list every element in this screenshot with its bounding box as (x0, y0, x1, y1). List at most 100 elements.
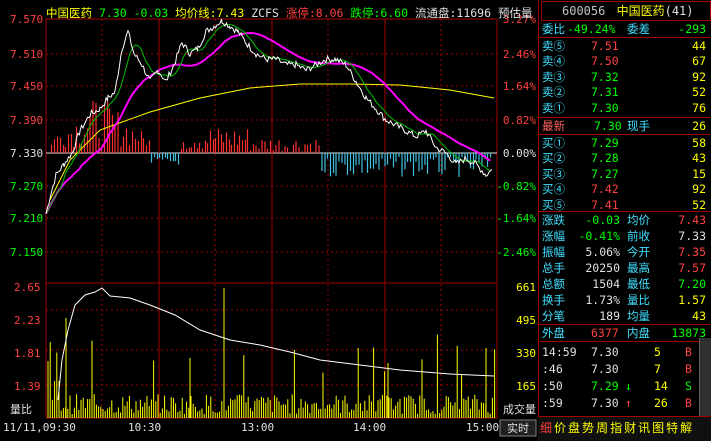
divider (539, 341, 710, 342)
panel-tab[interactable]: 财 (624, 421, 636, 435)
book-label: 买③ (542, 166, 565, 181)
price-tick: 7.450 (10, 80, 43, 93)
stat-label: 前收 (627, 229, 650, 243)
weicha-label: 委差 (627, 22, 650, 36)
book-price: 7.27 (591, 166, 619, 181)
vol-ratio-title: 量比 (10, 403, 32, 416)
stat-value: 7.20 (678, 277, 706, 291)
limit-down-label: 跌停:6.60 (350, 6, 409, 20)
stat-label: 量比 (627, 293, 650, 307)
tick-side: B (685, 362, 692, 376)
divider (539, 117, 710, 118)
panel-tab[interactable]: 特 (666, 421, 678, 435)
stat-value: -0.03 (585, 213, 620, 227)
divider (539, 211, 710, 212)
price-tick: 7.390 (10, 114, 43, 127)
outer-label: 外盘 (542, 326, 565, 340)
vol-ratio-tick: 1.39 (14, 380, 41, 393)
panel-count: (41) (664, 4, 694, 18)
panel-tab-bar: 细价盘势周指财讯图特解 (538, 416, 711, 441)
book-row: 买① 7.29 58 (539, 136, 710, 150)
panel-tab[interactable]: 势 (582, 421, 594, 435)
divider (539, 134, 710, 135)
price-tick: 7.330 (10, 147, 43, 160)
panel-tab[interactable]: 指 (610, 421, 622, 435)
stat-label: 总额 (542, 277, 565, 291)
book-row: 卖④ 7.50 67 (539, 54, 710, 68)
book-price: 7.32 (591, 69, 619, 84)
book-price: 7.28 (591, 151, 619, 166)
divider (539, 324, 710, 325)
tick-price: 7.29 (591, 379, 619, 393)
tick-row[interactable]: :50 7.29 ↓ 14 S (539, 379, 710, 393)
latest-row: 最新 7.30 现手 26 (539, 119, 710, 133)
book-volume: 52 (692, 197, 706, 212)
panel-tab[interactable]: 价 (554, 421, 566, 435)
time-tick: 14:00 (353, 421, 386, 434)
vol-tick: 330 (516, 347, 536, 360)
latest-value: 7.30 (594, 119, 622, 133)
time-tick: 15:00 (466, 421, 499, 434)
xianshou-value: 26 (692, 119, 706, 133)
stat-value: 1.73% (585, 293, 620, 307)
divider (539, 37, 710, 38)
book-volume: 67 (692, 54, 706, 69)
stat-label: 振幅 (542, 245, 565, 259)
outer-inner-row: 外盘 6377 内盘 13873 (539, 326, 710, 340)
tick-row[interactable]: :59 7.30 ↑ 26 B (539, 396, 710, 410)
book-price: 7.29 (591, 136, 619, 150)
tick-time: 14:59 (542, 345, 577, 359)
stat-row: 分笔 189 均量 43 (539, 309, 710, 323)
tick-scrollbar[interactable] (699, 338, 711, 416)
stat-value: 189 (599, 309, 620, 323)
stat-label: 最高 (627, 261, 650, 275)
intraday-chart[interactable]: 7.570 7.510 7.450 7.390 7.330 7.270 7.210 7.150… (0, 0, 538, 440)
avg-line-label: 均价线:7.43 (175, 6, 245, 20)
panel-tab[interactable]: 图 (652, 421, 664, 435)
book-row: 卖② 7.31 52 (539, 85, 710, 99)
book-row: 买④ 7.42 92 (539, 182, 710, 196)
stat-row: 涨幅 -0.41% 前收 7.33 (539, 229, 710, 243)
panel-tab[interactable]: 讯 (638, 421, 650, 435)
tick-row[interactable]: 14:59 7.30 5 B (539, 345, 710, 359)
book-price: 7.42 (591, 182, 619, 197)
panel-tab[interactable]: 盘 (568, 421, 580, 435)
stat-label: 涨幅 (542, 229, 565, 243)
stock-name: 中国医药 (46, 6, 92, 20)
book-price: 7.30 (591, 100, 619, 115)
vol-tick: 165 (516, 380, 536, 393)
panel-tab[interactable]: 细 (540, 421, 552, 435)
panel-tab[interactable]: 周 (596, 421, 608, 435)
book-volume: 44 (692, 39, 706, 53)
weicha-value: -293 (678, 22, 706, 36)
price-tick: 7.510 (10, 48, 43, 61)
stat-value: 7.57 (678, 261, 706, 275)
book-label: 买① (542, 136, 565, 150)
tick-volume: 7 (654, 362, 661, 376)
stat-label: 涨跌 (542, 213, 565, 227)
price-tick: 7.270 (10, 180, 43, 193)
tick-price: 7.30 (591, 362, 619, 376)
book-price: 7.51 (591, 39, 619, 53)
stat-label: 均价 (627, 213, 650, 227)
panel-tab[interactable]: 解 (680, 421, 692, 435)
stat-value: 5.06% (585, 245, 620, 259)
time-tick: 13:00 (241, 421, 274, 434)
book-price: 7.31 (591, 85, 619, 100)
stat-value: 20250 (585, 261, 620, 275)
panel-title: 600056 中国医药(41) (541, 1, 711, 21)
book-label: 卖④ (542, 54, 565, 69)
xianshou-label: 现手 (627, 119, 650, 133)
tick-row[interactable]: :46 7.30 7 B (539, 362, 710, 376)
stat-value: 7.33 (678, 229, 706, 243)
stat-value: -0.41% (578, 229, 620, 243)
pct-tick: 0.82% (503, 114, 536, 127)
header-change: -0.03 (133, 6, 169, 20)
quote-panel: 600056 中国医药(41) 委比 -49.24% 委差 -293 卖⑤ 7.5… (538, 0, 711, 440)
book-price: 7.41 (591, 197, 619, 212)
realtime-button-label[interactable]: 实时 (507, 421, 529, 435)
pct-tick: 0.00% (503, 147, 536, 160)
stat-row: 总额 1504 最低 7.20 (539, 277, 710, 291)
book-price: 7.50 (591, 54, 619, 69)
book-label: 卖① (542, 100, 565, 115)
